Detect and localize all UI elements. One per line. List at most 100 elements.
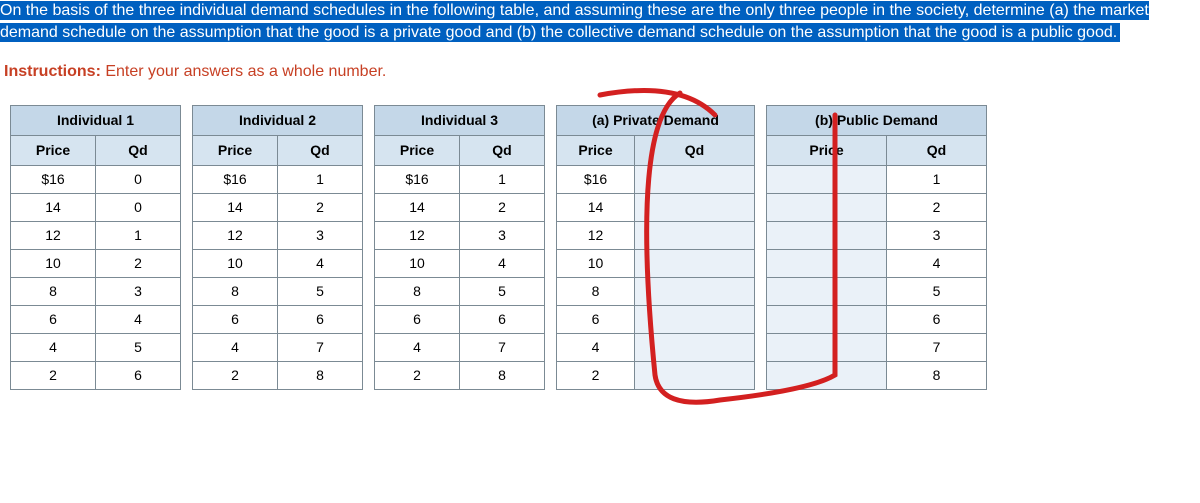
- cell-price: 10: [193, 249, 278, 277]
- gap: [755, 249, 767, 277]
- input-private-qd[interactable]: [635, 221, 755, 249]
- input-private-qd[interactable]: [635, 249, 755, 277]
- gap: [363, 105, 375, 135]
- cell-price: 14: [11, 193, 96, 221]
- instructions-text: Enter your answers as a whole number.: [101, 63, 386, 80]
- cell-price: $16: [193, 165, 278, 193]
- header-private-demand: (a) Private Demand: [557, 105, 755, 135]
- cell-price: 6: [375, 305, 460, 333]
- cell-price: 2: [557, 361, 635, 389]
- header-individual-2: Individual 2: [193, 105, 363, 135]
- cell-qd: 1: [460, 165, 545, 193]
- cell-qd: 1: [96, 221, 181, 249]
- cell-qd: 7: [887, 333, 987, 361]
- table-row: 140142142142: [11, 193, 987, 221]
- cell-qd: 4: [887, 249, 987, 277]
- gap: [755, 193, 767, 221]
- cell-qd: 6: [96, 361, 181, 389]
- th-price: Price: [557, 135, 635, 165]
- cell-price: 14: [557, 193, 635, 221]
- cell-price: 12: [11, 221, 96, 249]
- cell-qd: 6: [887, 305, 987, 333]
- cell-price: 8: [193, 277, 278, 305]
- gap: [545, 249, 557, 277]
- gap: [755, 361, 767, 389]
- gap: [363, 165, 375, 193]
- gap: [755, 305, 767, 333]
- cell-qd: 8: [278, 361, 363, 389]
- cell-qd: 0: [96, 193, 181, 221]
- cell-price: 12: [557, 221, 635, 249]
- gap: [545, 221, 557, 249]
- cell-qd: 2: [887, 193, 987, 221]
- input-private-qd[interactable]: [635, 277, 755, 305]
- gap: [755, 277, 767, 305]
- cell-price: 10: [557, 249, 635, 277]
- input-private-qd[interactable]: [635, 305, 755, 333]
- cell-price: $16: [11, 165, 96, 193]
- cell-price: 8: [557, 277, 635, 305]
- input-public-price[interactable]: [767, 305, 887, 333]
- cell-qd: 5: [96, 333, 181, 361]
- cell-qd: 1: [887, 165, 987, 193]
- gap: [545, 135, 557, 165]
- th-qd: Qd: [635, 135, 755, 165]
- input-public-price[interactable]: [767, 193, 887, 221]
- table-row: $160$161$161$161: [11, 165, 987, 193]
- input-public-price[interactable]: [767, 249, 887, 277]
- cell-qd: 3: [278, 221, 363, 249]
- th-qd: Qd: [460, 135, 545, 165]
- input-private-qd[interactable]: [635, 165, 755, 193]
- cell-qd: 5: [887, 277, 987, 305]
- input-private-qd[interactable]: [635, 333, 755, 361]
- cell-price: 8: [11, 277, 96, 305]
- input-public-price[interactable]: [767, 277, 887, 305]
- gap: [755, 221, 767, 249]
- cell-price: 6: [557, 305, 635, 333]
- header-individual-3: Individual 3: [375, 105, 545, 135]
- gap: [755, 333, 767, 361]
- th-price: Price: [193, 135, 278, 165]
- input-public-price[interactable]: [767, 165, 887, 193]
- gap: [181, 361, 193, 389]
- cell-price: 14: [375, 193, 460, 221]
- cell-qd: 1: [278, 165, 363, 193]
- gap: [363, 361, 375, 389]
- gap: [363, 277, 375, 305]
- gap: [181, 135, 193, 165]
- cell-price: 12: [193, 221, 278, 249]
- cell-price: 2: [375, 361, 460, 389]
- table-row: 26282828: [11, 361, 987, 389]
- th-price: Price: [11, 135, 96, 165]
- gap: [181, 333, 193, 361]
- gap: [181, 249, 193, 277]
- gap: [181, 193, 193, 221]
- cell-price: 10: [375, 249, 460, 277]
- cell-qd: 4: [460, 249, 545, 277]
- table-row: 121123123123: [11, 221, 987, 249]
- th-qd: Qd: [278, 135, 363, 165]
- input-public-price[interactable]: [767, 333, 887, 361]
- cell-price: 2: [11, 361, 96, 389]
- gap: [363, 135, 375, 165]
- th-price: Price: [375, 135, 460, 165]
- header-individual-1: Individual 1: [11, 105, 181, 135]
- input-private-qd[interactable]: [635, 193, 755, 221]
- input-public-price[interactable]: [767, 221, 887, 249]
- cell-qd: 3: [887, 221, 987, 249]
- prompt-text: On the basis of the three individual dem…: [0, 1, 1149, 42]
- gap: [545, 333, 557, 361]
- gap: [545, 193, 557, 221]
- cell-price: 12: [375, 221, 460, 249]
- table-row: 83858585: [11, 277, 987, 305]
- input-private-qd[interactable]: [635, 361, 755, 389]
- header-public-demand: (b) Public Demand: [767, 105, 987, 135]
- input-public-price[interactable]: [767, 361, 887, 389]
- cell-qd: 4: [278, 249, 363, 277]
- table-row: 64666666: [11, 305, 987, 333]
- gap: [545, 105, 557, 135]
- cell-price: 4: [11, 333, 96, 361]
- demand-table: Individual 1 Individual 2 Individual 3 (…: [10, 105, 987, 390]
- cell-price: 4: [557, 333, 635, 361]
- gap: [363, 305, 375, 333]
